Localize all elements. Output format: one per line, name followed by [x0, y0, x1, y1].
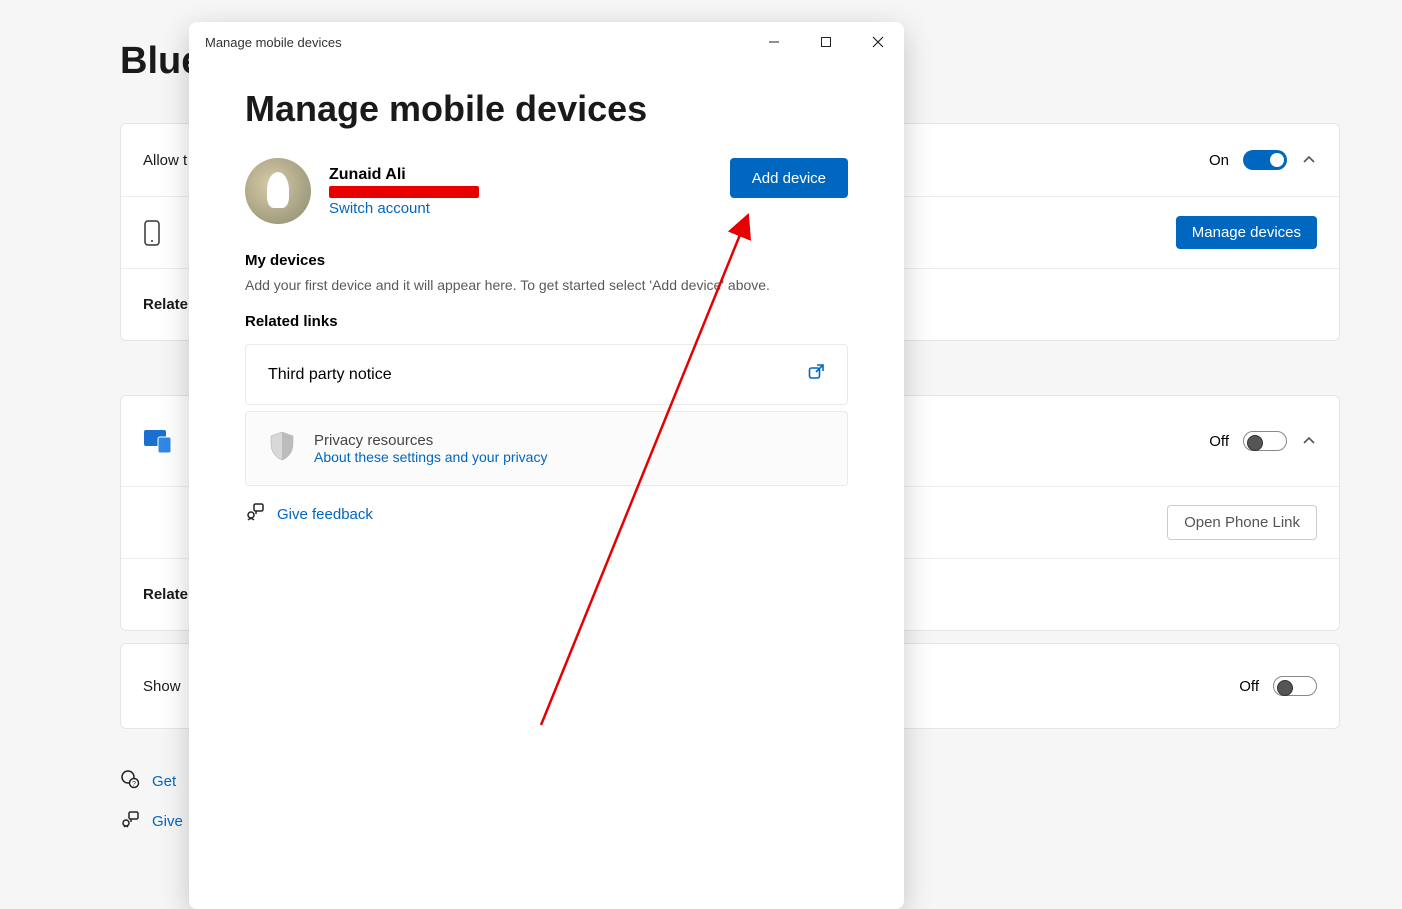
monitor-icon: [143, 428, 179, 454]
show-toggle[interactable]: [1273, 676, 1317, 696]
add-device-button[interactable]: Add device: [730, 158, 848, 198]
user-name: Zunaid Ali: [329, 166, 479, 184]
external-link-icon: [807, 363, 825, 386]
footer-get-label: Get: [152, 773, 176, 790]
chevron-up-icon: [1301, 433, 1317, 449]
related-links-title: Related links: [245, 313, 848, 330]
phonelink-state-text: Off: [1209, 433, 1229, 450]
redacted-email: [329, 186, 479, 198]
avatar: [245, 158, 311, 224]
svg-text:?: ?: [132, 781, 136, 788]
feedback-icon: [120, 809, 140, 833]
privacy-text: Privacy resources About these settings a…: [314, 432, 547, 465]
maximize-button[interactable]: [800, 22, 852, 62]
third-party-notice-card[interactable]: Third party notice: [245, 344, 848, 405]
phone-icon: [143, 220, 179, 246]
switch-account-link[interactable]: Switch account: [329, 200, 479, 217]
give-feedback-link[interactable]: Give feedback: [245, 502, 848, 526]
close-icon: [872, 36, 884, 48]
allow-toggle[interactable]: [1243, 150, 1287, 170]
user-info: Zunaid Ali Switch account: [329, 166, 479, 217]
minimize-icon: [768, 36, 780, 48]
help-icon: ?: [120, 769, 140, 793]
privacy-card[interactable]: Privacy resources About these settings a…: [245, 411, 848, 486]
manage-devices-button[interactable]: Manage devices: [1176, 216, 1317, 249]
allow-state-text: On: [1209, 152, 1229, 169]
close-button[interactable]: [852, 22, 904, 62]
user-row: Zunaid Ali Switch account Add device: [245, 158, 848, 224]
dialog-titlebar: Manage mobile devices: [189, 22, 904, 62]
show-state-text: Off: [1239, 678, 1259, 695]
my-devices-title: My devices: [245, 252, 848, 269]
third-party-notice-label: Third party notice: [268, 366, 392, 384]
manage-devices-dialog: Manage mobile devices Manage mobile devi…: [189, 22, 904, 909]
chevron-up-icon: [1301, 152, 1317, 168]
dialog-title: Manage mobile devices: [205, 35, 748, 50]
phonelink-toggle[interactable]: [1243, 431, 1287, 451]
feedback-icon: [245, 502, 265, 526]
shield-icon: [268, 430, 296, 467]
dialog-body: Manage mobile devices Zunaid Ali Switch …: [189, 62, 904, 546]
dialog-heading: Manage mobile devices: [245, 88, 848, 130]
privacy-title: Privacy resources: [314, 432, 547, 449]
my-devices-desc: Add your first device and it will appear…: [245, 277, 848, 293]
privacy-link[interactable]: About these settings and your privacy: [314, 449, 547, 465]
footer-give-label: Give: [152, 813, 183, 830]
give-feedback-label: Give feedback: [277, 506, 373, 523]
minimize-button[interactable]: [748, 22, 800, 62]
open-phone-link-button[interactable]: Open Phone Link: [1167, 505, 1317, 540]
maximize-icon: [820, 36, 832, 48]
